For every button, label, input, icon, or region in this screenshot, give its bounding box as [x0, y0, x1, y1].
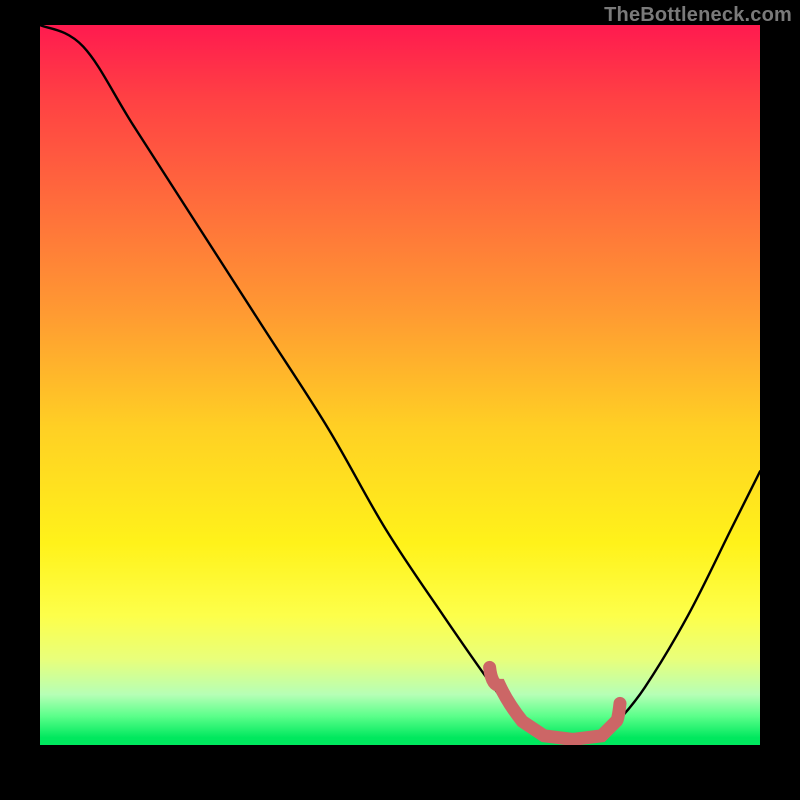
bottleneck-curve-path — [40, 25, 760, 741]
chart-frame: TheBottleneck.com — [0, 0, 800, 800]
bottleneck-curve — [40, 25, 760, 745]
watermark-label: TheBottleneck.com — [604, 4, 792, 27]
chart-plot-area — [40, 25, 760, 745]
